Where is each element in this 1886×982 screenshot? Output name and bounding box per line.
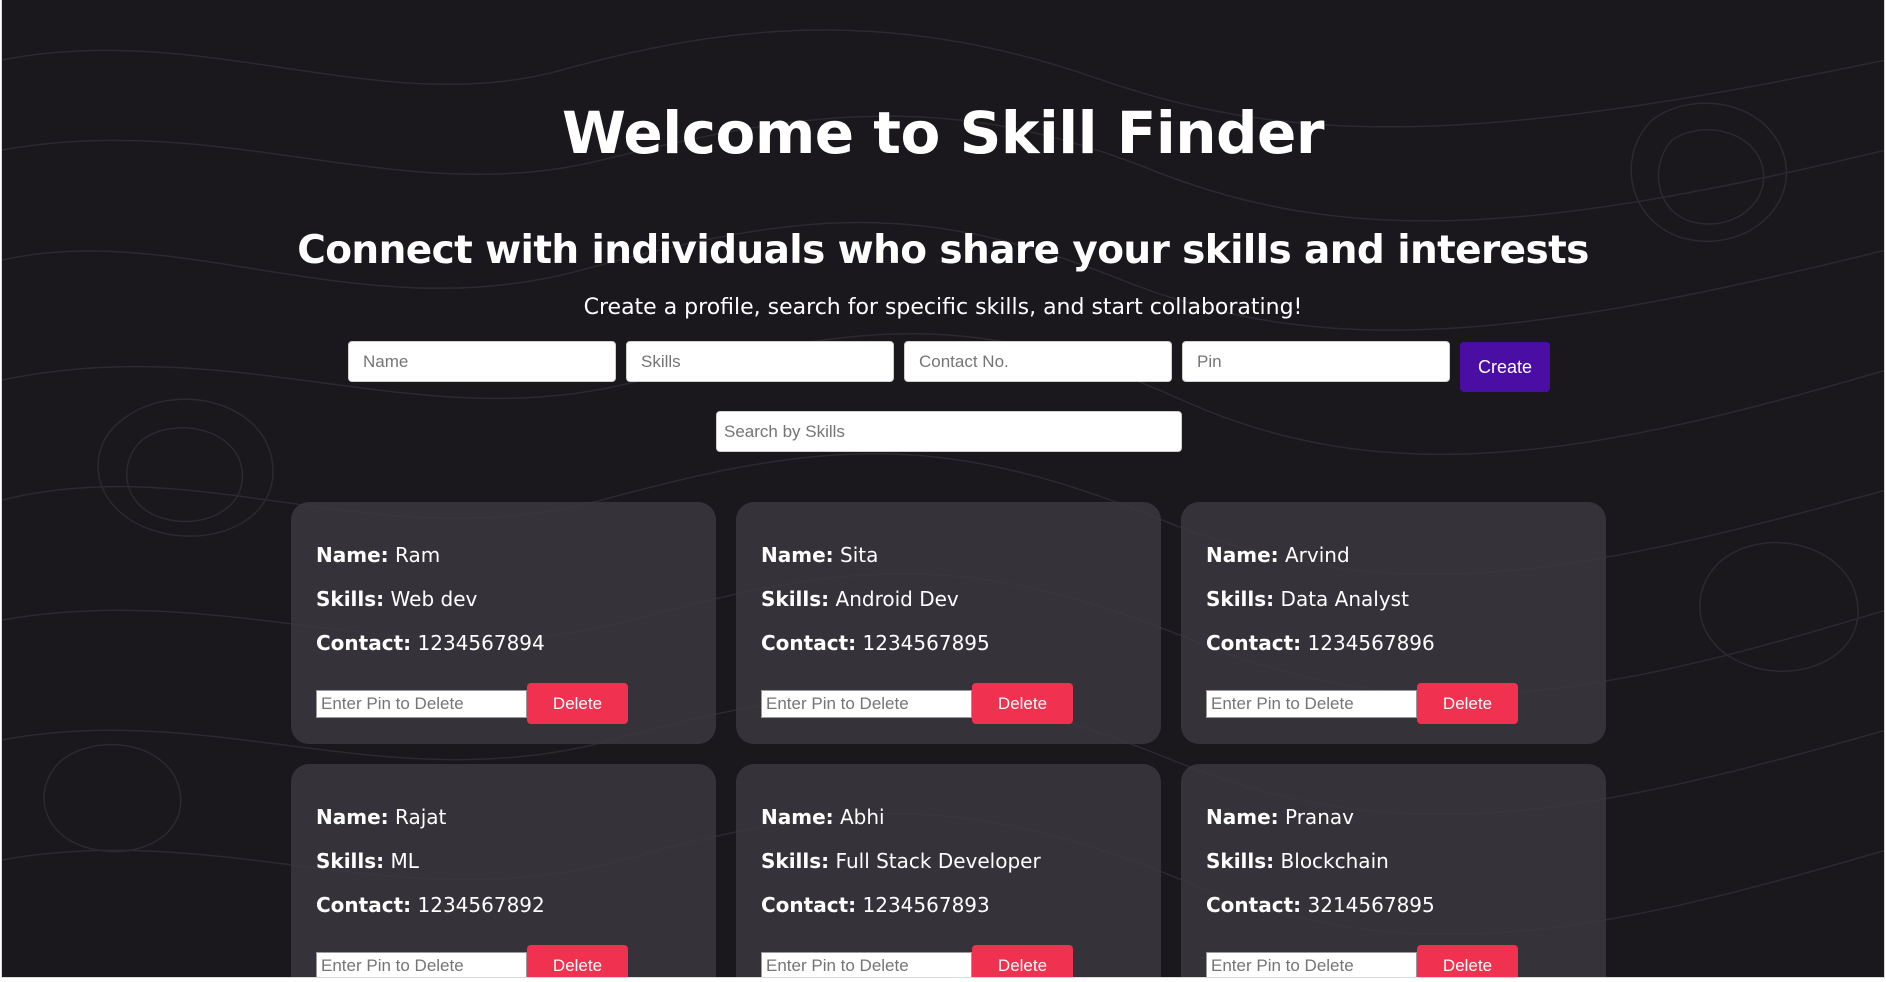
profile-name-line: Name: Arvind — [1206, 542, 1350, 568]
delete-pin-input[interactable] — [761, 952, 972, 977]
profile-contact: 1234567893 — [862, 893, 990, 917]
name-label: Name: — [761, 805, 834, 829]
profile-name-line: Name: Ram — [316, 542, 440, 568]
name-label: Name: — [761, 543, 834, 567]
profile-name-line: Name: Sita — [761, 542, 878, 568]
profile-name: Rajat — [395, 805, 447, 829]
profile-skills: ML — [390, 849, 419, 873]
delete-pin-input[interactable] — [1206, 952, 1417, 977]
profile-skills-line: Skills: Data Analyst — [1206, 586, 1409, 612]
profile-skills-line: Skills: Web dev — [316, 586, 477, 612]
profile-skills: Android Dev — [835, 587, 959, 611]
delete-pin-input[interactable] — [1206, 690, 1417, 718]
profile-skills: Web dev — [390, 587, 478, 611]
skills-label: Skills: — [316, 587, 385, 611]
page-title: Welcome to Skill Finder — [561, 99, 1325, 167]
profile-name: Arvind — [1285, 543, 1350, 567]
profile-name: Ram — [395, 543, 441, 567]
delete-button[interactable]: Delete — [1417, 945, 1518, 977]
profile-card: Name: Pranav Skills: Blockchain Contact:… — [1181, 764, 1606, 977]
delete-button[interactable]: Delete — [972, 683, 1073, 724]
contact-label: Contact: — [761, 893, 857, 917]
skills-label: Skills: — [1206, 849, 1275, 873]
profile-contact-line: Contact: 1234567893 — [761, 892, 990, 918]
profile-skills: Full Stack Developer — [835, 849, 1041, 873]
skills-input[interactable] — [626, 341, 894, 382]
profile-contact-line: Contact: 3214567895 — [1206, 892, 1435, 918]
delete-button[interactable]: Delete — [972, 945, 1073, 977]
profile-contact-line: Contact: 1234567895 — [761, 630, 990, 656]
contact-label: Contact: — [1206, 893, 1302, 917]
name-label: Name: — [316, 543, 389, 567]
skills-label: Skills: — [1206, 587, 1275, 611]
delete-button[interactable]: Delete — [527, 683, 628, 724]
profile-card: Name: Abhi Skills: Full Stack Developer … — [736, 764, 1161, 977]
name-input[interactable] — [348, 341, 616, 382]
app-window: Welcome to Skill Finder Connect with ind… — [1, 0, 1885, 978]
profile-contact: 1234567894 — [417, 631, 545, 655]
contact-label: Contact: — [316, 893, 412, 917]
delete-pin-input[interactable] — [761, 690, 972, 718]
profile-contact: 1234567895 — [862, 631, 990, 655]
delete-button[interactable]: Delete — [1417, 683, 1518, 724]
pin-input[interactable] — [1182, 341, 1450, 382]
profile-skills: Data Analyst — [1280, 587, 1409, 611]
profile-card: Name: Arvind Skills: Data Analyst Contac… — [1181, 502, 1606, 744]
profile-contact-line: Contact: 1234567894 — [316, 630, 545, 656]
create-profile-form: Create — [348, 341, 1550, 393]
profile-contact: 3214567895 — [1307, 893, 1435, 917]
profile-name-line: Name: Abhi — [761, 804, 885, 830]
contact-input[interactable] — [904, 341, 1172, 382]
contact-label: Contact: — [1206, 631, 1302, 655]
page-subtitle: Connect with individuals who share your … — [297, 228, 1589, 273]
profile-contact-line: Contact: 1234567896 — [1206, 630, 1435, 656]
profile-card: Name: Rajat Skills: ML Contact: 12345678… — [291, 764, 716, 977]
profile-card: Name: Ram Skills: Web dev Contact: 12345… — [291, 502, 716, 744]
profile-name: Sita — [840, 543, 879, 567]
name-label: Name: — [1206, 805, 1279, 829]
profile-contact: 1234567892 — [417, 893, 545, 917]
skills-label: Skills: — [761, 587, 830, 611]
profile-skills-line: Skills: Android Dev — [761, 586, 959, 612]
profile-card: Name: Sita Skills: Android Dev Contact: … — [736, 502, 1161, 744]
delete-pin-input[interactable] — [316, 952, 527, 977]
profile-contact: 1234567896 — [1307, 631, 1435, 655]
profile-contact-line: Contact: 1234567892 — [316, 892, 545, 918]
page-tagline: Create a profile, search for specific sk… — [583, 295, 1303, 320]
delete-button[interactable]: Delete — [527, 945, 628, 977]
profile-name: Abhi — [840, 805, 885, 829]
name-label: Name: — [1206, 543, 1279, 567]
profile-skills: Blockchain — [1280, 849, 1389, 873]
skills-label: Skills: — [316, 849, 385, 873]
skills-label: Skills: — [761, 849, 830, 873]
name-label: Name: — [316, 805, 389, 829]
profile-name: Pranav — [1285, 805, 1354, 829]
delete-pin-input[interactable] — [316, 690, 527, 718]
profile-name-line: Name: Pranav — [1206, 804, 1354, 830]
contact-label: Contact: — [316, 631, 412, 655]
profile-name-line: Name: Rajat — [316, 804, 446, 830]
profile-skills-line: Skills: Blockchain — [1206, 848, 1389, 874]
create-button[interactable]: Create — [1460, 342, 1550, 392]
profile-skills-line: Skills: ML — [316, 848, 419, 874]
search-skills-input[interactable] — [716, 411, 1182, 452]
profile-skills-line: Skills: Full Stack Developer — [761, 848, 1041, 874]
contact-label: Contact: — [761, 631, 857, 655]
